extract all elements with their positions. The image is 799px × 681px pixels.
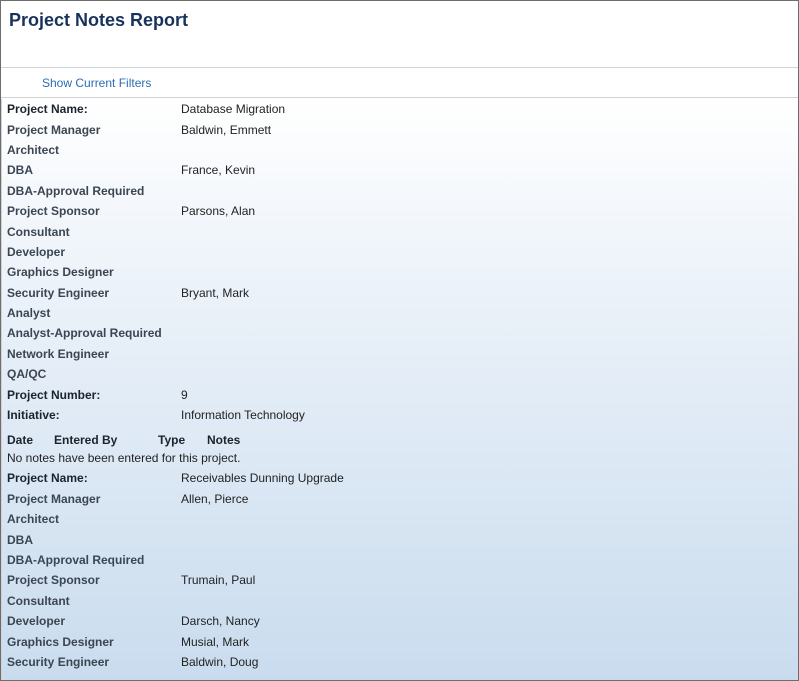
project-block: Project Name: Receivables Dunning Upgrade…	[7, 468, 798, 672]
field-label: Security Engineer	[7, 285, 110, 300]
field-row: DBA-Approval Required	[7, 181, 798, 201]
field-row: Project Manager Baldwin, Emmett	[7, 119, 798, 139]
field-label: Graphics Designer	[7, 265, 114, 280]
notes-empty-message: No notes have been entered for this proj…	[7, 450, 241, 465]
field-label: QA/QC	[7, 367, 47, 382]
field-value: Baldwin, Emmett	[181, 122, 272, 137]
field-label: Project Name:	[7, 471, 88, 486]
field-value: Allen, Pierce	[181, 491, 249, 506]
field-label: Project Manager	[7, 491, 101, 506]
field-row: Developer	[7, 242, 798, 262]
field-row: Network Engineer	[7, 344, 798, 364]
field-label: Initiative:	[7, 408, 60, 423]
notes-col-entered-by: Entered By	[54, 433, 118, 448]
field-row: Initiative: Information Technology	[7, 405, 798, 425]
field-value: Receivables Dunning Upgrade	[181, 471, 344, 486]
project-block: Project Name: Database Migration Project …	[7, 99, 798, 468]
field-row: Consultant	[7, 221, 798, 241]
field-label: DBA-Approval Required	[7, 183, 145, 198]
field-label: DBA	[7, 163, 33, 178]
field-value: Parsons, Alan	[181, 204, 256, 219]
field-row: Project Sponsor Trumain, Paul	[7, 570, 798, 590]
field-label: Developer	[7, 244, 66, 259]
report-window: Project Notes Report Show Current Filter…	[0, 0, 799, 681]
field-label: Security Engineer	[7, 654, 110, 669]
field-value: France, Kevin	[181, 163, 256, 178]
title-bar: Project Notes Report	[1, 1, 798, 68]
field-value: Baldwin, Doug	[181, 654, 259, 669]
field-label: Project Sponsor	[7, 573, 100, 588]
field-value: Trumain, Paul	[181, 573, 256, 588]
field-row: Graphics Designer Musial, Mark	[7, 631, 798, 651]
field-row: Analyst-Approval Required	[7, 323, 798, 343]
field-label: Project Name:	[7, 102, 88, 117]
page-title: Project Notes Report	[9, 10, 189, 30]
field-label: Network Engineer	[7, 346, 110, 361]
field-label: Developer	[7, 614, 66, 629]
field-label: Analyst	[7, 306, 51, 321]
field-label: Project Number:	[7, 387, 101, 402]
field-value: Musial, Mark	[181, 634, 250, 649]
field-row: Security Engineer Baldwin, Doug	[7, 652, 798, 672]
field-label: Consultant	[7, 593, 70, 608]
field-label: Analyst-Approval Required	[7, 326, 162, 341]
field-label: DBA-Approval Required	[7, 553, 145, 567]
field-row: Project Sponsor Parsons, Alan	[7, 201, 798, 221]
field-row: Analyst	[7, 303, 798, 323]
field-row: DBA France, Kevin	[7, 160, 798, 180]
notes-col-date: Date	[7, 433, 34, 448]
field-row: DBA	[7, 529, 798, 549]
field-value: Information Technology	[181, 408, 305, 423]
field-row: Security Engineer Bryant, Mark	[7, 283, 798, 303]
field-row: Project Number: 9	[7, 384, 798, 404]
field-row: Project Name: Receivables Dunning Upgrade	[7, 468, 798, 488]
field-row: DBA-Approval Required	[7, 550, 798, 570]
field-label: Graphics Designer	[7, 634, 114, 649]
show-current-filters-link[interactable]: Show Current Filters	[42, 76, 151, 90]
field-row: Consultant	[7, 591, 798, 611]
report-content: Project Name: Database Migration Project …	[1, 99, 798, 680]
notes-table-header: Date Entered By Type Notes	[7, 425, 798, 447]
field-label: Architect	[7, 142, 60, 157]
field-row: Developer Darsch, Nancy	[7, 611, 798, 631]
field-row: Project Name: Database Migration	[7, 99, 798, 119]
field-value: Bryant, Mark	[181, 285, 250, 300]
field-label: Consultant	[7, 224, 70, 239]
field-label: Project Manager	[7, 122, 101, 137]
notes-col-notes: Notes	[207, 433, 241, 448]
field-value: Darsch, Nancy	[181, 614, 260, 629]
field-row: Architect	[7, 140, 798, 160]
filter-bar: Show Current Filters	[1, 68, 798, 98]
field-label: Project Sponsor	[7, 204, 100, 219]
field-label: DBA	[7, 532, 33, 547]
field-row: QA/QC	[7, 364, 798, 384]
field-row: Graphics Designer	[7, 262, 798, 282]
field-row: Project Manager Allen, Pierce	[7, 489, 798, 509]
field-value: Database Migration	[181, 102, 286, 117]
notes-col-type: Type	[158, 433, 186, 448]
field-row: Architect	[7, 509, 798, 529]
field-label: Architect	[7, 512, 60, 527]
field-value: 9	[181, 387, 188, 402]
